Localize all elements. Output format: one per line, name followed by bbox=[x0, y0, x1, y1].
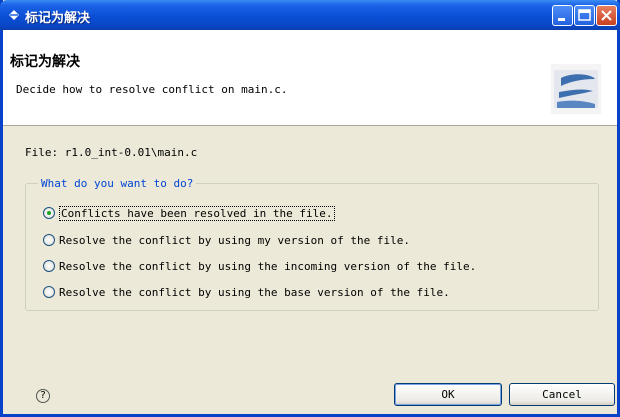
minimize-icon bbox=[558, 18, 565, 21]
minimize-button[interactable] bbox=[552, 5, 573, 26]
dialog-header: 标记为解决 Decide how to resolve conflict on … bbox=[3, 30, 617, 126]
header-description: Decide how to resolve conflict on main.c… bbox=[16, 83, 288, 96]
cancel-button[interactable]: Cancel bbox=[509, 383, 615, 406]
options-group: What do you want to do? Conflicts have b… bbox=[25, 177, 599, 311]
radio-button[interactable] bbox=[43, 234, 55, 246]
option-label: Resolve the conflict by using the incomi… bbox=[59, 259, 477, 273]
option-use-incoming-version[interactable]: Resolve the conflict by using the incomi… bbox=[43, 258, 476, 274]
option-label: Resolve the conflict by using the base v… bbox=[59, 285, 450, 299]
group-label: What do you want to do? bbox=[38, 177, 197, 190]
app-icon bbox=[9, 10, 19, 20]
help-icon[interactable]: ? bbox=[36, 389, 50, 403]
close-button[interactable] bbox=[596, 5, 617, 26]
maximize-icon bbox=[578, 9, 591, 21]
file-path-label: File: r1.0_int-0.01\main.c bbox=[25, 146, 198, 159]
radio-button[interactable] bbox=[43, 207, 55, 219]
maximize-button[interactable] bbox=[574, 5, 595, 26]
wizard-logo-icon bbox=[551, 64, 601, 114]
option-use-base-version[interactable]: Resolve the conflict by using the base v… bbox=[43, 284, 450, 300]
radio-button[interactable] bbox=[43, 260, 55, 272]
option-resolved-in-file[interactable]: Conflicts have been resolved in the file… bbox=[43, 205, 335, 221]
title-bar[interactable]: 标记为解决 bbox=[0, 0, 620, 30]
option-label: Conflicts have been resolved in the file… bbox=[59, 205, 335, 221]
option-use-my-version[interactable]: Resolve the conflict by using my version… bbox=[43, 232, 410, 248]
ok-button[interactable]: OK bbox=[394, 383, 502, 406]
close-icon bbox=[601, 10, 612, 21]
window-title: 标记为解决 bbox=[25, 11, 91, 26]
option-label: Resolve the conflict by using my version… bbox=[59, 233, 410, 247]
radio-button[interactable] bbox=[43, 286, 55, 298]
header-title: 标记为解决 bbox=[10, 54, 80, 70]
dialog-window: 标记为解决 标记为解决 Decide how to resolve confli… bbox=[0, 0, 620, 417]
